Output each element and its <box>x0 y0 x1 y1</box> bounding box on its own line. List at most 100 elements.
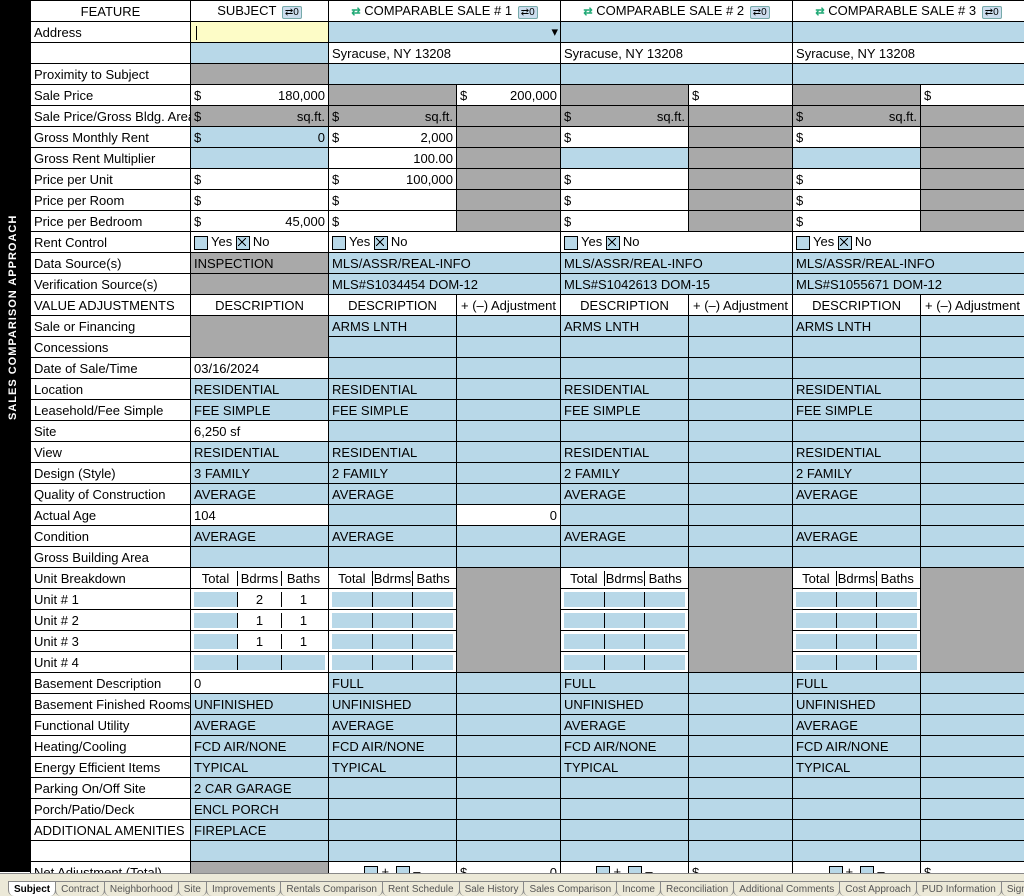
tab-strip: SubjectContractNeighborhoodSiteImproveme… <box>0 873 1024 896</box>
ppb-c3[interactable]: $ <box>793 211 921 232</box>
input-prox-c2[interactable] <box>561 64 793 85</box>
grm-c2[interactable] <box>561 148 689 169</box>
input-city-subject[interactable] <box>191 43 329 64</box>
badge-icon[interactable]: ⇄0 <box>518 6 538 19</box>
sfc-c3-desc[interactable]: ARMS LNTH <box>793 316 921 337</box>
city-c3[interactable]: Syracuse, NY 13208 <box>793 43 1024 64</box>
row-qoc: Quality of Construction <box>31 484 191 505</box>
tab-cost-approach[interactable]: Cost Approach <box>839 881 917 896</box>
gmr-c1[interactable]: $2,000 <box>329 127 457 148</box>
tab-sales-comparison[interactable]: Sales Comparison <box>523 881 617 896</box>
vs-c1[interactable]: MLS#S1034454 DOM-12 <box>329 274 561 295</box>
row-basement: Basement Description <box>31 673 191 694</box>
tab-rentals-comparison[interactable]: Rentals Comparison <box>280 881 383 896</box>
badge-icon[interactable]: ⇄0 <box>282 6 302 19</box>
sfc-c2-desc[interactable]: ARMS LNTH <box>561 316 689 337</box>
ppr-c3[interactable]: $ <box>793 190 921 211</box>
grm-c3[interactable] <box>793 148 921 169</box>
rc-c1[interactable]: Yes No <box>329 232 561 253</box>
ppb-c2[interactable]: $ <box>561 211 689 232</box>
rc-subject[interactable]: Yes No <box>191 232 329 253</box>
sfc-c1-adj[interactable] <box>457 316 561 337</box>
tab-signatures[interactable]: Signatures <box>1001 881 1024 896</box>
tab-site[interactable]: Site <box>178 881 207 896</box>
row-gmr: Gross Monthly Rent <box>31 127 191 148</box>
rc-c2[interactable]: Yes No <box>561 232 793 253</box>
grm-c1[interactable]: 100.00 <box>329 148 457 169</box>
row-grm: Gross Rent Multiplier <box>31 148 191 169</box>
badge-icon[interactable]: ⇄0 <box>750 6 770 19</box>
ppr-subject[interactable]: $ <box>191 190 329 211</box>
tab-rent-schedule[interactable]: Rent Schedule <box>382 881 460 896</box>
row-condition: Condition <box>31 526 191 547</box>
tab-improvements[interactable]: Improvements <box>206 881 281 896</box>
ppu-c3[interactable]: $ <box>793 169 921 190</box>
tab-sale-history[interactable]: Sale History <box>459 881 525 896</box>
sale-price-c2[interactable]: $ <box>689 85 793 106</box>
tab-income[interactable]: Income <box>616 881 661 896</box>
ds-c1[interactable]: MLS/ASSR/REAL-INFO <box>329 253 561 274</box>
tab-neighborhood[interactable]: Neighborhood <box>104 881 179 896</box>
link-icon[interactable]: ⇄ <box>815 6 824 18</box>
row-unit2: Unit # 2 <box>31 610 191 631</box>
grm-subject[interactable] <box>191 148 329 169</box>
row-sale-price: Sale Price <box>31 85 191 106</box>
sfc-c3-adj[interactable] <box>921 316 1024 337</box>
vs-c3[interactable]: MLS#S1055671 DOM-12 <box>793 274 1024 295</box>
ppu-c1[interactable]: $100,000 <box>329 169 457 190</box>
checkbox-icon[interactable] <box>564 236 578 250</box>
checkbox-x-icon[interactable] <box>838 236 852 250</box>
sp-area-subject: $sq.ft. <box>191 106 329 127</box>
col-comp1: ⇄ COMPARABLE SALE # 1 ⇄0 <box>329 1 561 22</box>
sfc-c1-desc[interactable]: ARMS LNTH <box>329 316 457 337</box>
gmr-c3[interactable]: $ <box>793 127 921 148</box>
vs-c2[interactable]: MLS#S1042613 DOM-15 <box>561 274 793 295</box>
badge-icon[interactable]: ⇄0 <box>982 6 1002 19</box>
tab-pud-information[interactable]: PUD Information <box>916 881 1002 896</box>
checkbox-x-icon[interactable] <box>606 236 620 250</box>
row-value-adj: VALUE ADJUSTMENTS <box>31 295 191 316</box>
input-address-c2[interactable] <box>561 22 793 43</box>
row-sfc: Sale or Financing <box>31 316 191 337</box>
tab-additional-comments[interactable]: Additional Comments <box>733 881 840 896</box>
ppu-subject[interactable]: $ <box>191 169 329 190</box>
input-address-subject[interactable] <box>191 22 329 43</box>
city-c2[interactable]: Syracuse, NY 13208 <box>561 43 793 64</box>
tab-contract[interactable]: Contract <box>55 881 105 896</box>
ppr-c2[interactable]: $ <box>561 190 689 211</box>
sale-price-c1[interactable]: $200,000 <box>457 85 561 106</box>
input-prox-c3[interactable] <box>793 64 1024 85</box>
checkbox-icon[interactable] <box>332 236 346 250</box>
ds-c3[interactable]: MLS/ASSR/REAL-INFO <box>793 253 1024 274</box>
sale-price-subject[interactable]: $180,000 <box>191 85 329 106</box>
row-aa: ADDITIONAL AMENITIES <box>31 820 191 841</box>
ppb-c1[interactable]: $ <box>329 211 457 232</box>
input-prox-c1[interactable] <box>329 64 561 85</box>
tab-subject[interactable]: Subject <box>8 881 56 896</box>
sfc-c2-adj[interactable] <box>689 316 793 337</box>
input-address-c1[interactable]: ▾ <box>329 22 561 43</box>
link-icon[interactable]: ⇄ <box>583 6 592 18</box>
row-ppb: Price per Bedroom <box>31 211 191 232</box>
row-sp-area: Sale Price/Gross Bldg. Area <box>31 106 191 127</box>
tab-reconciliation[interactable]: Reconciliation <box>660 881 734 896</box>
row-lfs: Leasehold/Fee Simple <box>31 400 191 421</box>
row-porch: Porch/Patio/Deck <box>31 799 191 820</box>
ppr-c1[interactable]: $ <box>329 190 457 211</box>
sale-price-c3[interactable]: $ <box>921 85 1024 106</box>
link-icon[interactable]: ⇄ <box>351 6 360 18</box>
checkbox-icon[interactable] <box>796 236 810 250</box>
checkbox-x-icon[interactable] <box>236 236 250 250</box>
city-c1[interactable]: Syracuse, NY 13208 <box>329 43 561 64</box>
gmr-c2[interactable]: $ <box>561 127 689 148</box>
dot-subject[interactable]: 03/16/2024 <box>191 358 329 379</box>
gmr-subject[interactable]: $0 <box>191 127 329 148</box>
appraisal-grid: FEATURE SUBJECT ⇄0 ⇄ COMPARABLE SALE # 1… <box>30 0 1024 883</box>
ppu-c2[interactable]: $ <box>561 169 689 190</box>
checkbox-icon[interactable] <box>194 236 208 250</box>
ppb-subject[interactable]: $45,000 <box>191 211 329 232</box>
input-address-c3[interactable] <box>793 22 1024 43</box>
rc-c3[interactable]: Yes No <box>793 232 1024 253</box>
ds-c2[interactable]: MLS/ASSR/REAL-INFO <box>561 253 793 274</box>
checkbox-x-icon[interactable] <box>374 236 388 250</box>
